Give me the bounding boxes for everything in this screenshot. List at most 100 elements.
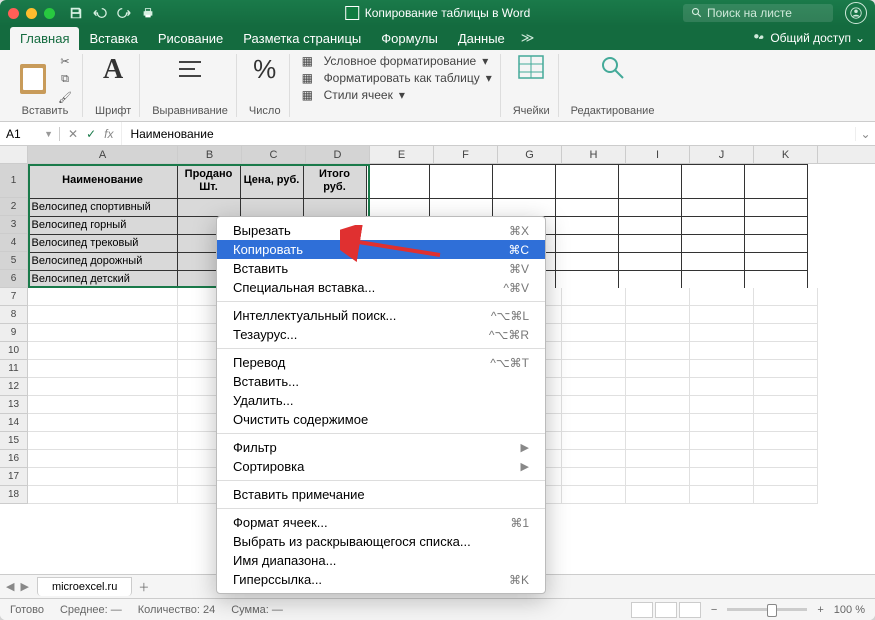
cell[interactable] [562, 468, 626, 486]
name-box[interactable]: A1▼ [0, 127, 60, 141]
row-header[interactable]: 4 [0, 234, 28, 252]
cell[interactable] [626, 414, 690, 432]
cell-styles-button[interactable]: ▦Стили ячеек▾ [302, 88, 492, 102]
cell[interactable] [626, 396, 690, 414]
format-as-table-button[interactable]: ▦Форматировать как таблицу▾ [302, 71, 492, 85]
row-header[interactable]: 15 [0, 432, 28, 450]
cell[interactable] [28, 378, 178, 396]
zoom-out-button[interactable]: − [711, 604, 717, 616]
paste-button[interactable] [16, 59, 50, 99]
save-icon[interactable] [69, 6, 83, 20]
cell[interactable]: Наименование [28, 164, 178, 199]
cell[interactable] [28, 396, 178, 414]
page-break-view-icon[interactable] [679, 602, 701, 618]
cells-icon[interactable] [517, 54, 545, 80]
cell[interactable] [562, 324, 626, 342]
column-header[interactable]: B [178, 146, 242, 163]
cell[interactable] [562, 450, 626, 468]
cell[interactable] [690, 468, 754, 486]
column-header[interactable]: G [498, 146, 562, 163]
column-header[interactable]: C [242, 146, 306, 163]
redo-icon[interactable] [117, 6, 131, 20]
cell[interactable] [28, 360, 178, 378]
cell[interactable] [618, 198, 682, 217]
cell[interactable] [681, 164, 745, 199]
cell[interactable]: Велосипед горный [28, 216, 178, 235]
cell[interactable] [744, 252, 808, 271]
context-menu-item[interactable]: Вставить примечание [217, 485, 545, 504]
context-menu-item[interactable]: Вставить⌘V [217, 259, 545, 278]
close-window-icon[interactable] [8, 8, 19, 19]
cell[interactable] [754, 432, 818, 450]
row-header[interactable]: 2 [0, 198, 28, 216]
accept-formula-icon[interactable]: ✓ [86, 127, 96, 141]
row-header[interactable]: 10 [0, 342, 28, 360]
cell[interactable] [754, 378, 818, 396]
cell[interactable] [754, 468, 818, 486]
cell[interactable] [618, 252, 682, 271]
cell[interactable] [429, 164, 493, 199]
cell[interactable] [754, 288, 818, 306]
minimize-window-icon[interactable] [26, 8, 37, 19]
cell[interactable] [28, 414, 178, 432]
cell[interactable]: Итого руб. [303, 164, 367, 199]
cell[interactable] [754, 450, 818, 468]
cell[interactable] [555, 252, 619, 271]
cell[interactable] [626, 378, 690, 396]
cell[interactable] [681, 252, 745, 271]
cell[interactable] [690, 378, 754, 396]
row-header[interactable]: 3 [0, 216, 28, 234]
column-header[interactable]: A [28, 146, 178, 163]
column-header[interactable]: E [370, 146, 434, 163]
context-menu-item[interactable]: Специальная вставка...^⌘V [217, 278, 545, 297]
page-layout-view-icon[interactable] [655, 602, 677, 618]
column-header[interactable]: D [306, 146, 370, 163]
cell[interactable] [562, 414, 626, 432]
cell[interactable] [681, 270, 745, 289]
select-all-corner[interactable] [0, 146, 28, 163]
cell[interactable] [618, 270, 682, 289]
cell[interactable] [555, 198, 619, 217]
copy-icon[interactable]: ⧉ [56, 72, 74, 86]
cell[interactable] [626, 288, 690, 306]
cell[interactable] [555, 234, 619, 253]
undo-icon[interactable] [93, 6, 107, 20]
cell[interactable] [626, 486, 690, 504]
cell[interactable] [618, 234, 682, 253]
cell[interactable] [562, 486, 626, 504]
tab-home[interactable]: Главная [10, 27, 79, 50]
formula-input[interactable]: Наименование [122, 127, 855, 141]
context-menu-item[interactable]: Тезаурус...^⌥⌘R [217, 325, 545, 344]
conditional-formatting-button[interactable]: ▦Условное форматирование▾ [302, 54, 492, 68]
cell[interactable] [555, 270, 619, 289]
cancel-formula-icon[interactable]: ✕ [68, 127, 78, 141]
share-button[interactable]: Общий доступ ⌄ [752, 31, 865, 45]
cell[interactable] [690, 414, 754, 432]
cell[interactable] [744, 234, 808, 253]
cell[interactable] [690, 306, 754, 324]
print-icon[interactable] [141, 6, 155, 20]
context-menu-item[interactable]: Формат ячеек...⌘1 [217, 513, 545, 532]
cell[interactable] [562, 342, 626, 360]
row-header[interactable]: 9 [0, 324, 28, 342]
cell[interactable] [618, 216, 682, 235]
context-menu-item[interactable]: Копировать⌘C [217, 240, 545, 259]
cell[interactable] [744, 270, 808, 289]
cell[interactable] [626, 342, 690, 360]
cell[interactable] [690, 324, 754, 342]
cell[interactable] [754, 414, 818, 432]
context-menu-item[interactable]: Вырезать⌘X [217, 221, 545, 240]
row-header[interactable]: 8 [0, 306, 28, 324]
cell[interactable] [754, 342, 818, 360]
cell[interactable] [754, 360, 818, 378]
cell[interactable] [28, 306, 178, 324]
row-header[interactable]: 17 [0, 468, 28, 486]
cell[interactable] [28, 288, 178, 306]
context-menu-item[interactable]: Удалить... [217, 391, 545, 410]
cell[interactable] [429, 198, 493, 217]
cell[interactable] [626, 306, 690, 324]
user-account-button[interactable] [845, 2, 867, 24]
cell[interactable] [562, 360, 626, 378]
tab-data[interactable]: Данные [448, 27, 515, 50]
row-header[interactable]: 7 [0, 288, 28, 306]
